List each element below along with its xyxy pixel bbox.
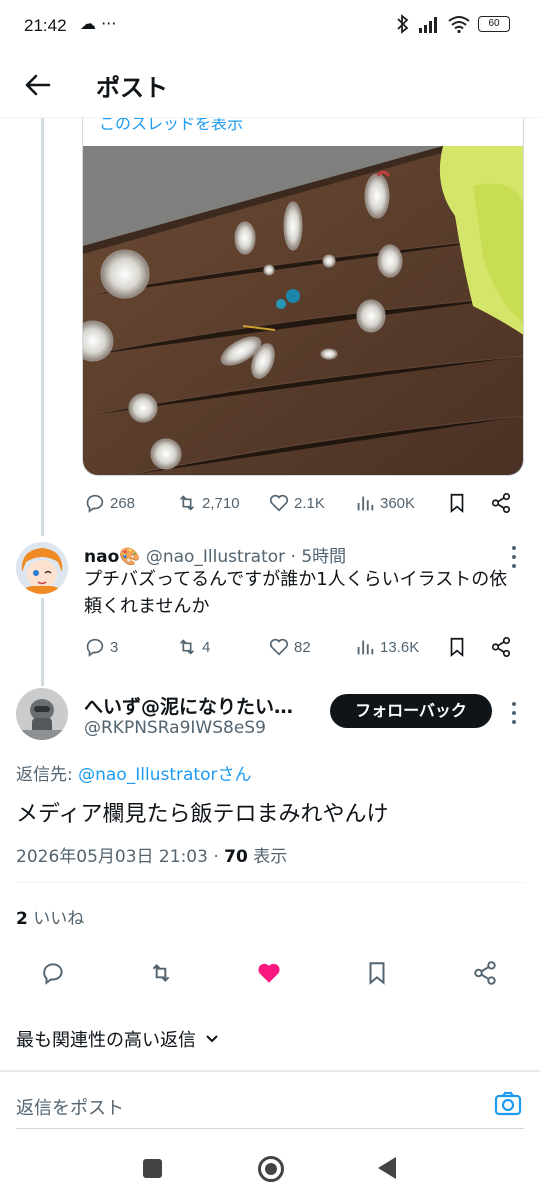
repost-count: 2,710 [202, 494, 240, 512]
like-count: 2.1K [294, 494, 325, 512]
back-arrow-icon[interactable] [22, 70, 52, 100]
share-icon [491, 637, 511, 657]
avatar-photo [16, 688, 68, 740]
back-triangle-icon[interactable] [378, 1157, 396, 1179]
author-handle[interactable]: @RKPNSRa9IWS8eS9 [84, 718, 266, 738]
reply-count: 3 [110, 638, 119, 656]
more-options-icon[interactable] [512, 546, 518, 568]
recent-apps-icon[interactable] [143, 1159, 162, 1178]
share-icon [474, 961, 496, 985]
author-handle[interactable]: @nao_Illustrator [146, 547, 285, 567]
wifi-icon [448, 16, 470, 33]
page-title: ポスト [96, 74, 168, 102]
share-icon [491, 493, 511, 513]
reply-compose-bar[interactable]: 返信をポスト [0, 1070, 540, 1130]
sort-label: 最も関連性の高い返信 [16, 1030, 196, 1051]
status-time: 21:42 [24, 16, 67, 35]
repost-icon [152, 964, 170, 982]
bookmark-action[interactable] [446, 636, 468, 658]
status-bar: 21:42 ☁ ··· 60 [0, 0, 540, 52]
reply-sort-selector[interactable]: 最も関連性の高い返信 [16, 1026, 220, 1052]
views-count: 70 [224, 847, 248, 867]
heart-filled-icon [258, 963, 280, 983]
bookmark-icon [369, 962, 385, 985]
home-icon[interactable] [258, 1156, 284, 1182]
bluetooth-icon [397, 14, 409, 34]
bookmark-icon [450, 637, 464, 658]
compose-underline [16, 1128, 524, 1129]
reply-button[interactable] [40, 960, 66, 986]
repost-action[interactable]: 4 [176, 636, 210, 658]
avatar[interactable] [16, 688, 68, 740]
heart-icon [269, 638, 289, 656]
divider [16, 882, 524, 883]
views-count: 360K [380, 494, 416, 512]
status-notification-icons: ☁ ··· [80, 14, 117, 33]
like-action[interactable]: 2.1K [268, 492, 325, 514]
follow-back-button[interactable]: フォローバック [330, 694, 492, 728]
timestamp-text: 2026年05月03日 21:03 · [16, 847, 225, 867]
repost-count: 4 [202, 638, 211, 656]
author-name[interactable]: nao🎨 [84, 547, 140, 567]
chevron-down-icon [206, 1035, 218, 1043]
reply-text: プチバズってるんですが誰か1人くらいイラストの依頼くれませんか [84, 569, 508, 617]
bookmark-icon [450, 493, 464, 514]
share-button[interactable] [472, 960, 498, 986]
views-action[interactable]: 360K [354, 492, 415, 514]
like-action[interactable]: 82 [268, 636, 311, 658]
share-action[interactable] [490, 492, 512, 514]
reply-action[interactable]: 3 [84, 636, 118, 658]
likes-count: 2 [16, 909, 28, 929]
repost-action[interactable]: 2,710 [176, 492, 240, 514]
post-time: · 5時間 [290, 547, 347, 567]
show-thread-link[interactable]: このスレッドを表示 [99, 118, 243, 134]
system-nav-bar [0, 1140, 540, 1200]
bookmark-button[interactable] [364, 960, 390, 986]
reply-icon [43, 963, 63, 985]
reply-author-line: nao🎨 @nao_Illustrator · 5時間 [84, 542, 346, 567]
likes-summary[interactable]: 2 いいね [16, 904, 84, 929]
bookmark-action[interactable] [446, 492, 468, 514]
reply-action[interactable]: 268 [84, 492, 135, 514]
reply-icon [86, 638, 104, 657]
views-chart-icon [357, 496, 374, 511]
battery-icon: 60 [478, 16, 510, 32]
signal-icon [419, 17, 437, 33]
main-post-text: メディア欄見たら飯テロまみれやんけ [16, 802, 389, 827]
reply-to-prefix: 返信先: [16, 765, 79, 785]
author-name[interactable]: へいず@泥になりたい… [84, 692, 293, 719]
top-bar: ポスト [0, 52, 540, 118]
like-count: 82 [294, 638, 311, 656]
post-timestamp: 2026年05月03日 21:03 · 70 表示 [16, 842, 287, 867]
reply-input[interactable]: 返信をポスト [16, 1094, 124, 1120]
status-right-icons: 60 [396, 14, 510, 34]
avatar[interactable] [16, 542, 68, 594]
post-photo[interactable] [83, 146, 524, 476]
likes-label: いいね [27, 909, 85, 929]
repost-button[interactable] [148, 960, 174, 986]
avatar-illustration [16, 542, 68, 594]
reply-count: 268 [110, 494, 136, 512]
camera-icon[interactable] [494, 1090, 522, 1118]
reply-to-line: 返信先: @nao_Illustratorさん [16, 760, 251, 785]
more-options-icon[interactable] [512, 702, 518, 724]
views-action[interactable]: 13.6K [354, 636, 419, 658]
views-count: 13.6K [380, 638, 420, 656]
views-label: 表示 [247, 847, 288, 867]
repost-icon [179, 639, 195, 655]
reply-to-link[interactable]: @nao_Illustratorさん [78, 765, 251, 785]
reply-icon [86, 494, 104, 513]
like-button[interactable] [256, 960, 282, 986]
thread-connector-line [41, 118, 44, 536]
views-chart-icon [357, 640, 374, 655]
quoted-post-card[interactable]: このスレッドを表示 [82, 118, 524, 476]
share-action[interactable] [490, 636, 512, 658]
heart-icon [269, 494, 289, 512]
repost-icon [179, 495, 195, 511]
